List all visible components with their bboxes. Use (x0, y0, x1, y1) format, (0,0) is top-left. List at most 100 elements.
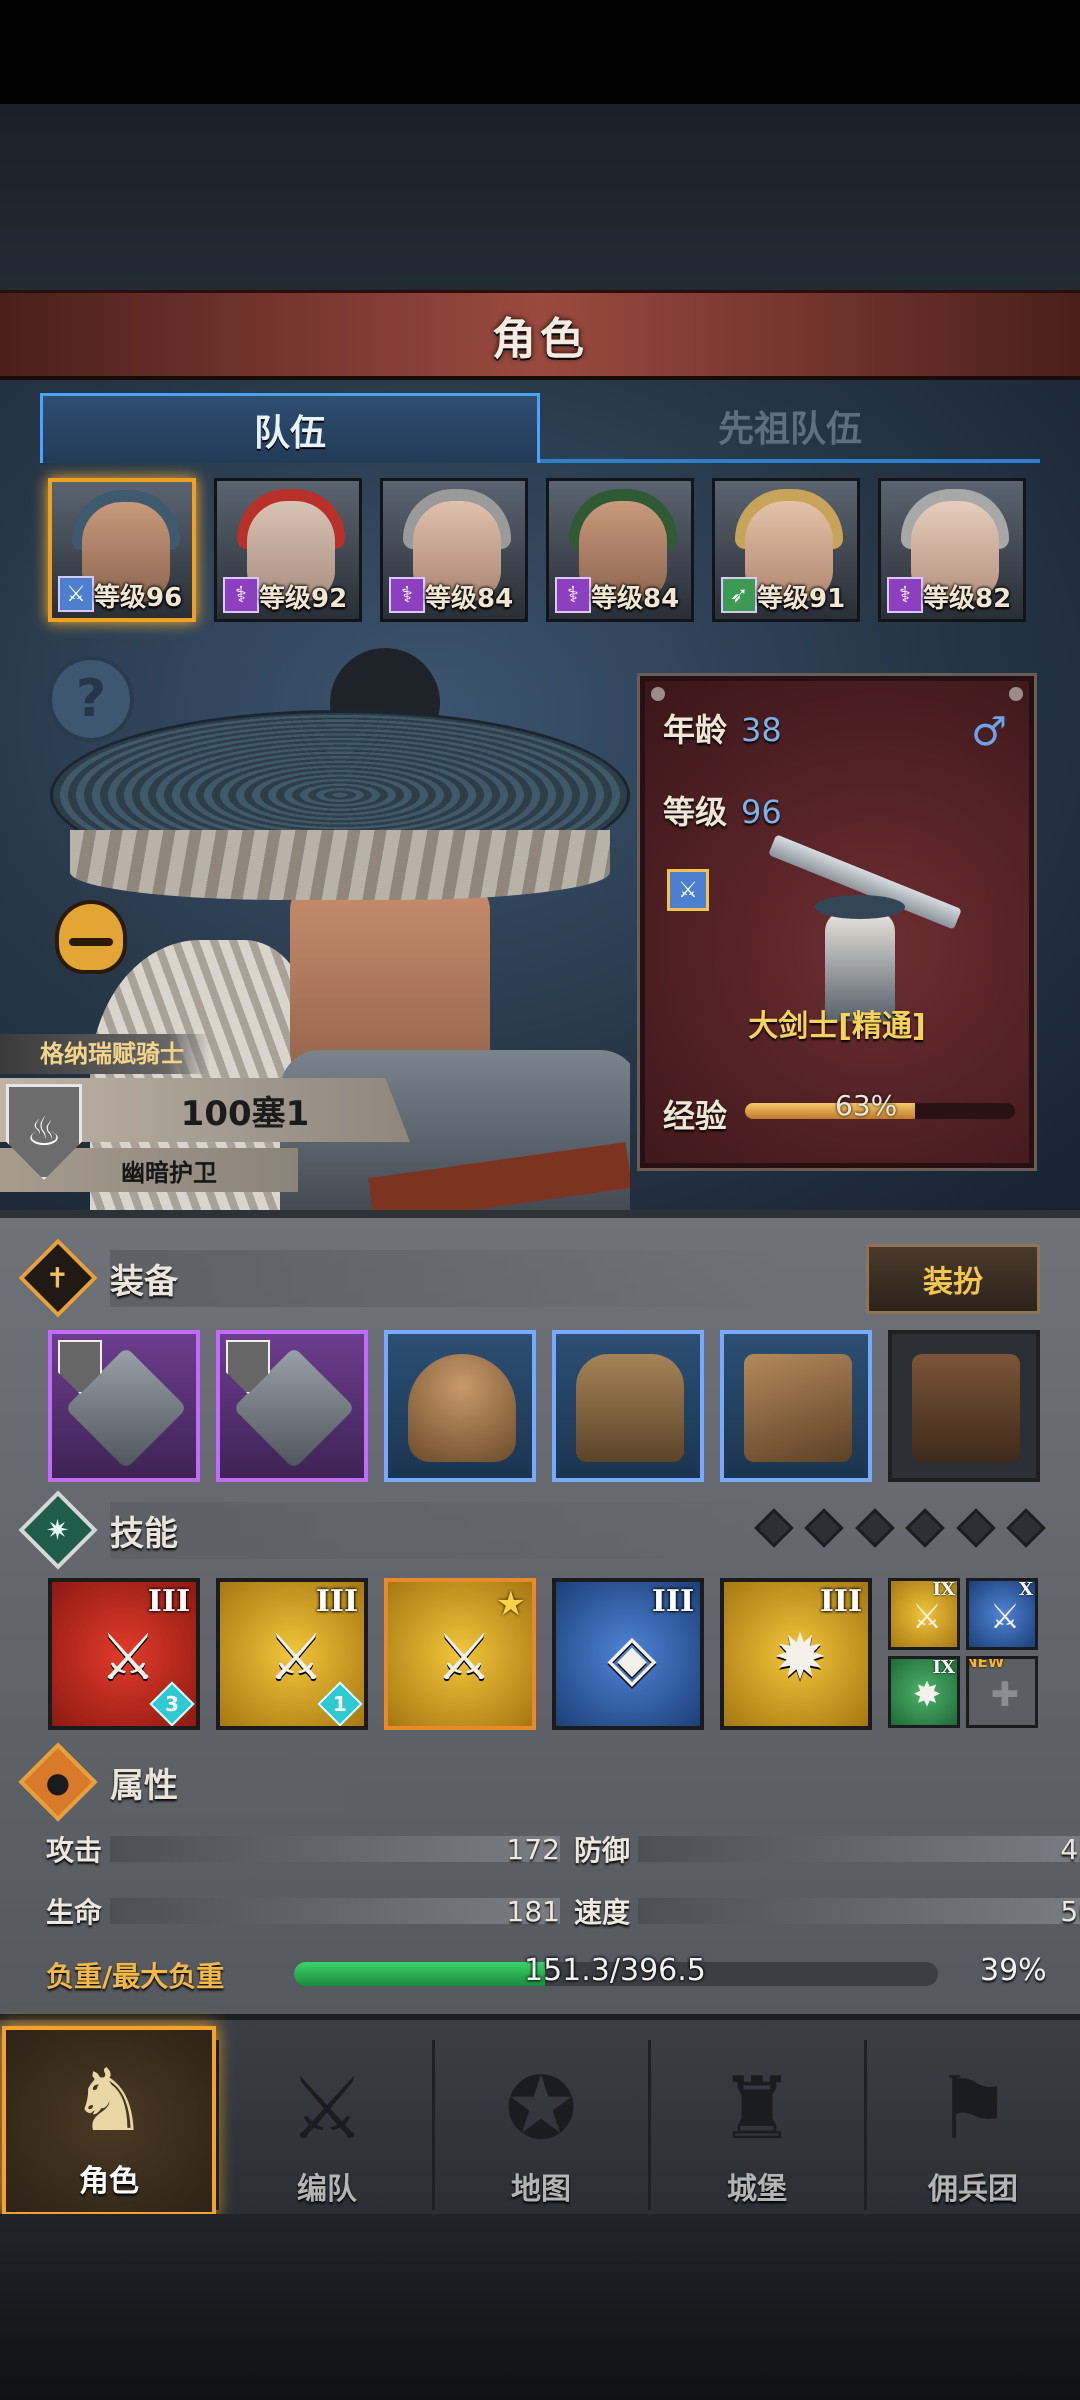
skills-header: ✷ 技能 (18, 1490, 778, 1570)
passive-skill-slot[interactable]: ✸ IX (888, 1656, 960, 1728)
roster: ⚔ 等级96 ⚕ 等级92 ⚕ 等级84 ⚕ 等级84 ➶ 等级91 ⚕ 等级8… (48, 478, 1038, 622)
roster-level: 等级84 (425, 584, 514, 614)
equip-slot-weapon[interactable] (216, 1330, 368, 1482)
sword-aura-icon: ⚔ (435, 1621, 493, 1695)
helmet-icon (408, 1354, 516, 1462)
equip-slot-boots[interactable] (720, 1330, 872, 1482)
passive-skill-slot[interactable]: ⚔ X (966, 1578, 1038, 1650)
roster-level: 等级82 (923, 584, 1012, 614)
top-backdrop (0, 104, 1080, 290)
nav-mercenary[interactable]: ⚑ 佣兵团 (866, 2030, 1080, 2220)
skill-pip (905, 1508, 945, 1548)
gem-count: 3 (165, 1692, 179, 1716)
person-icon: ● (18, 1742, 98, 1822)
nav-map[interactable]: ✪ 地图 (434, 2030, 648, 2220)
hp-label: 生命 (46, 1896, 103, 1929)
armor-icon (576, 1354, 684, 1462)
skill-slot[interactable]: ◈ III (552, 1578, 704, 1730)
help-button[interactable]: ? (48, 656, 134, 742)
staff-class-icon: ⚕ (887, 577, 923, 613)
bottom-backdrop (0, 2214, 1080, 2400)
rivet (651, 687, 665, 701)
dress-button[interactable]: 装扮 (866, 1244, 1040, 1314)
attack-label: 攻击 (46, 1834, 103, 1867)
skill-rank: III (651, 1584, 694, 1619)
mercenary-icon: ⚑ (934, 2059, 1012, 2159)
skill-point-pips (754, 1508, 1046, 1548)
level-row: 等级 96 (663, 787, 782, 833)
tab-ancestor-team[interactable]: 先祖队伍 (540, 393, 1040, 463)
equip-slot-helmet[interactable] (384, 1330, 536, 1482)
title-banner: 角色 (0, 290, 1080, 380)
roster-member[interactable]: ➶ 等级91 (712, 478, 860, 622)
class-name: 大剑士[精通] (748, 1009, 926, 1044)
potion-button[interactable] (46, 890, 136, 984)
castle-icon: ♜ (718, 2059, 796, 2159)
skill-pip (1006, 1508, 1046, 1548)
stat-bar (110, 1898, 560, 1924)
equipment-slots (48, 1330, 1044, 1482)
attributes-header: ● 属性 (18, 1742, 778, 1822)
crossed-swords-icon: ⚔ (989, 1597, 1021, 1637)
load-bar-fill (294, 1962, 546, 1986)
hero-title: 格纳瑞赋骑士 (0, 1034, 210, 1074)
roster-member[interactable]: ⚕ 等级92 (214, 478, 362, 622)
speed-label: 速度 (574, 1896, 631, 1929)
skill-rank: III (819, 1584, 862, 1619)
nav-formation[interactable]: ⚔ 编队 (220, 2030, 434, 2220)
attributes-label: 属性 (110, 1753, 778, 1811)
roster-member[interactable]: ⚕ 等级84 (380, 478, 528, 622)
load-value: 151.3/396.5 (524, 1953, 706, 1988)
equipment-header: ✝ 装备 (18, 1238, 778, 1318)
exp-label: 经验 (663, 1097, 728, 1135)
burst-icon: ✸ (912, 1675, 942, 1715)
passive-skill-slot[interactable]: ⚔ IX (888, 1578, 960, 1650)
skill-slot[interactable]: ✹ III (720, 1578, 872, 1730)
page-title: 角色 (492, 313, 588, 365)
boots-icon (744, 1354, 852, 1462)
roster-member[interactable]: ⚕ 等级84 (546, 478, 694, 622)
knight-icon: ♞ (70, 2051, 148, 2151)
skill-pip (955, 1508, 996, 1548)
crystal-sword-icon: ◈ (607, 1621, 657, 1695)
load-percent: 39% (980, 1953, 1047, 1988)
nav-label: 地图 (511, 2172, 571, 2207)
status-bar (0, 0, 1080, 104)
skill-pip (854, 1508, 895, 1548)
equip-slot-armor[interactable] (552, 1330, 704, 1482)
book-icon (912, 1354, 1020, 1462)
staff-class-icon: ⚕ (555, 577, 591, 613)
exp-percent: 63% (835, 1089, 898, 1122)
skill-slot[interactable]: ⚔ III 1 (216, 1578, 368, 1730)
skill-pip (804, 1508, 845, 1548)
age-value: 38 (741, 711, 782, 749)
nav-castle[interactable]: ♜ 城堡 (650, 2030, 864, 2220)
tab-team[interactable]: 队伍 (40, 393, 540, 463)
nav-character[interactable]: ♞ 角色 (2, 2026, 216, 2216)
formation-icon: ⚔ (288, 2059, 366, 2159)
roster-member[interactable]: ⚕ 等级82 (878, 478, 1026, 622)
stat-bar (638, 1836, 1080, 1862)
skill-slot[interactable]: ⚔ III 3 (48, 1578, 200, 1730)
empty-skill-slot[interactable]: ✚ NEW (966, 1656, 1038, 1728)
male-gender-icon: ♂ (971, 709, 1007, 755)
gem-count: 1 (333, 1692, 347, 1716)
compass-map-icon: ✪ (504, 2059, 578, 2159)
equip-slot-weapon[interactable] (48, 1330, 200, 1482)
defense-stat: 防御 43 (574, 1832, 1080, 1867)
star-burst-icon: ✷ (18, 1490, 98, 1570)
load-label: 负重/最大负重 (46, 1960, 225, 1993)
sprite-hat (815, 895, 905, 919)
bottom-nav: ♞ 角色 ⚔ 编队 ✪ 地图 ♜ 城堡 ⚑ 佣兵团 (0, 2014, 1080, 2216)
skill-slot[interactable]: ⚔ ★ (384, 1578, 536, 1730)
roster-member[interactable]: ⚔ 等级96 (48, 478, 196, 622)
stat-bar (110, 1836, 560, 1862)
nav-divider (216, 2040, 219, 2210)
potion-icon (55, 900, 127, 974)
equip-slot-book[interactable] (888, 1330, 1040, 1482)
defense-value: 43 (1060, 1832, 1080, 1866)
skill-rank: IX (932, 1657, 955, 1678)
new-badge: NEW (966, 1656, 1005, 1671)
hat-fringe (70, 830, 610, 900)
greatsword-class-icon: ⚔ (58, 576, 94, 612)
